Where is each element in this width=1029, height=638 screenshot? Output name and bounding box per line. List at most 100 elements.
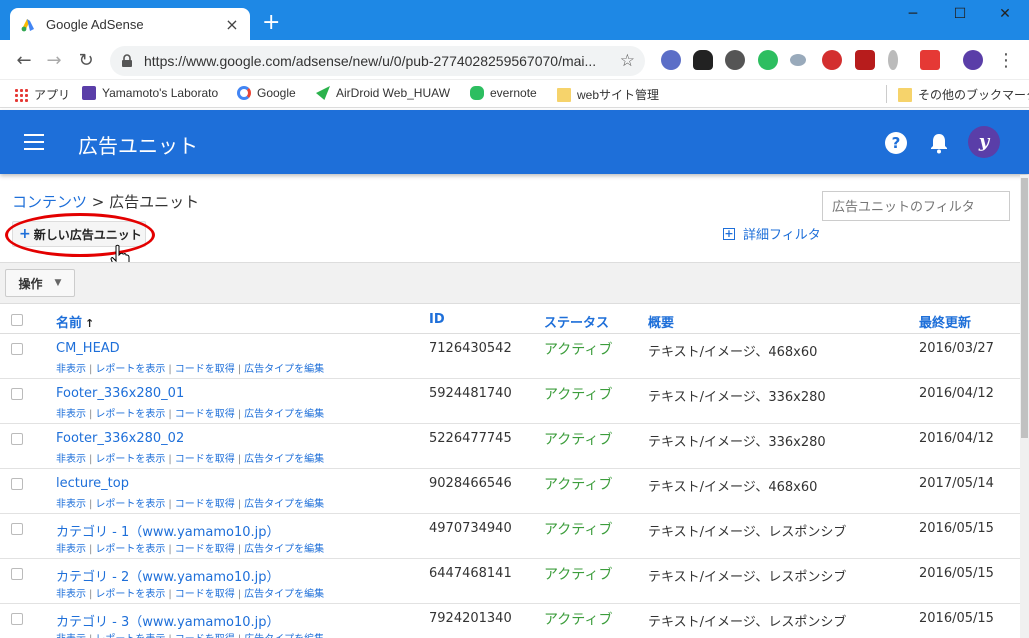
- operations-toolbar: 操作 ▼: [0, 262, 1029, 304]
- forward-arrow-icon[interactable]: →: [44, 50, 64, 71]
- get-code-link[interactable]: コードを取得: [175, 589, 235, 600]
- edit-ad-type-link[interactable]: 広告タイプを編集: [244, 544, 324, 555]
- row-checkbox[interactable]: [11, 343, 23, 355]
- column-header-name[interactable]: 名前 ↑: [56, 312, 94, 331]
- hide-link[interactable]: 非表示: [56, 364, 86, 375]
- bookmark-yamamoto[interactable]: Yamamoto's Laborato: [82, 86, 218, 100]
- reload-icon[interactable]: ↻: [76, 50, 96, 71]
- scrollbar-thumb[interactable]: [1021, 178, 1028, 438]
- edit-ad-type-link[interactable]: 広告タイプを編集: [244, 409, 324, 420]
- plus-icon: +: [19, 226, 31, 242]
- close-window-button[interactable]: ✕: [985, 6, 1025, 22]
- row-checkbox[interactable]: [11, 388, 23, 400]
- bookmark-google[interactable]: Google: [237, 86, 296, 100]
- extension-pin-icon[interactable]: [888, 50, 898, 70]
- column-header-status[interactable]: ステータス: [544, 312, 609, 331]
- view-report-link[interactable]: レポートを表示: [95, 409, 165, 420]
- column-header-id[interactable]: ID: [429, 312, 445, 327]
- bookmark-other[interactable]: その他のブックマーク: [898, 86, 1029, 103]
- ad-unit-name-link[interactable]: lecture_top: [56, 476, 129, 491]
- table-row: Footer_336x280_02 5226477745 アクティブ テキスト/イメー…: [0, 424, 1020, 469]
- get-code-link[interactable]: コードを取得: [175, 634, 235, 638]
- extension-plane-icon[interactable]: [790, 54, 806, 66]
- view-report-link[interactable]: レポートを表示: [95, 544, 165, 555]
- ad-unit-name-link[interactable]: カテゴリ - 1（www.yamamo10.jp）: [56, 521, 280, 540]
- tab-close-icon[interactable]: ×: [224, 15, 240, 34]
- bookmark-label: Yamamoto's Laborato: [102, 86, 219, 100]
- ad-unit-name-link[interactable]: カテゴリ - 3（www.yamamo10.jp）: [56, 611, 280, 630]
- row-checkbox[interactable]: [11, 568, 23, 580]
- action-separator: |: [168, 409, 172, 420]
- select-all-checkbox[interactable]: [11, 314, 23, 326]
- chrome-menu-icon[interactable]: ⋮: [996, 50, 1016, 71]
- get-code-link[interactable]: コードを取得: [175, 409, 235, 420]
- bookmark-evernote[interactable]: evernote: [470, 86, 537, 100]
- extension-evernote-icon[interactable]: [758, 50, 778, 70]
- bookmark-airdroid[interactable]: AirDroid Web_HUAW: [316, 86, 450, 100]
- get-code-link[interactable]: コードを取得: [175, 454, 235, 465]
- ad-unit-id: 6447468141: [429, 566, 512, 581]
- hide-link[interactable]: 非表示: [56, 589, 86, 600]
- view-report-link[interactable]: レポートを表示: [95, 499, 165, 510]
- extension-cloud-icon[interactable]: [693, 50, 713, 70]
- hide-link[interactable]: 非表示: [56, 634, 86, 638]
- table-row: カテゴリ - 1（www.yamamo10.jp） 4970734940 アクティブ…: [0, 514, 1020, 559]
- back-arrow-icon[interactable]: ←: [14, 50, 34, 71]
- get-code-link[interactable]: コードを取得: [175, 364, 235, 375]
- view-report-link[interactable]: レポートを表示: [95, 454, 165, 465]
- edit-ad-type-link[interactable]: 広告タイプを編集: [244, 364, 324, 375]
- minimize-button[interactable]: ─: [893, 6, 933, 22]
- address-bar[interactable]: https://www.google.com/adsense/new/u/0/p…: [110, 46, 645, 76]
- help-icon[interactable]: ?: [885, 132, 907, 154]
- view-report-link[interactable]: レポートを表示: [95, 589, 165, 600]
- ad-unit-name-link[interactable]: Footer_336x280_02: [56, 431, 184, 446]
- bookmark-star-icon[interactable]: ☆: [620, 51, 635, 71]
- notifications-bell-icon[interactable]: [929, 132, 949, 154]
- row-checkbox[interactable]: [11, 613, 23, 625]
- status-badge: アクティブ: [544, 387, 613, 403]
- ad-unit-filter-input[interactable]: [822, 191, 1010, 221]
- edit-ad-type-link[interactable]: 広告タイプを編集: [244, 499, 324, 510]
- hide-link[interactable]: 非表示: [56, 454, 86, 465]
- bookmark-label: その他のブックマーク: [918, 88, 1029, 102]
- get-code-link[interactable]: コードを取得: [175, 544, 235, 555]
- extension-yab-icon[interactable]: [822, 50, 842, 70]
- advanced-filter-link[interactable]: + 詳細フィルタ: [723, 224, 821, 243]
- ad-unit-name-link[interactable]: CM_HEAD: [56, 341, 120, 356]
- edit-ad-type-link[interactable]: 広告タイプを編集: [244, 454, 324, 465]
- account-avatar[interactable]: y: [968, 126, 1000, 158]
- extension-shapes-icon[interactable]: [725, 50, 745, 70]
- extension-globe-icon[interactable]: [661, 50, 681, 70]
- view-report-link[interactable]: レポートを表示: [95, 634, 165, 638]
- hide-link[interactable]: 非表示: [56, 409, 86, 420]
- browser-tab-adsense[interactable]: Google AdSense ×: [10, 8, 250, 40]
- maximize-button[interactable]: ☐: [940, 6, 980, 22]
- row-checkbox[interactable]: [11, 433, 23, 445]
- breadcrumb-content-link[interactable]: コンテンツ: [12, 193, 87, 211]
- row-checkbox[interactable]: [11, 478, 23, 490]
- profile-avatar-icon[interactable]: [963, 50, 983, 70]
- view-report-link[interactable]: レポートを表示: [95, 364, 165, 375]
- hide-link[interactable]: 非表示: [56, 544, 86, 555]
- extension-dropper-icon[interactable]: [920, 50, 940, 70]
- ad-unit-name-link[interactable]: Footer_336x280_01: [56, 386, 184, 401]
- action-separator: |: [237, 454, 242, 465]
- column-header-summary[interactable]: 概要: [648, 312, 674, 331]
- bookmark-label: evernote: [490, 86, 537, 100]
- extension-shield-icon[interactable]: [855, 50, 875, 70]
- edit-ad-type-link[interactable]: 広告タイプを編集: [244, 634, 324, 638]
- ad-unit-id: 7924201340: [429, 611, 512, 626]
- row-checkbox[interactable]: [11, 523, 23, 535]
- bookmarks-bar: アプリ Yamamoto's Laborato Google AirDroid …: [0, 80, 1029, 108]
- edit-ad-type-link[interactable]: 広告タイプを編集: [244, 589, 324, 600]
- bookmark-apps[interactable]: アプリ: [14, 86, 70, 103]
- menu-icon[interactable]: [24, 134, 44, 150]
- column-header-updated[interactable]: 最終更新: [919, 312, 971, 331]
- action-separator: |: [168, 544, 172, 555]
- bookmark-web-admin[interactable]: webサイト管理: [557, 86, 659, 103]
- operations-dropdown[interactable]: 操作 ▼: [5, 269, 75, 297]
- ad-unit-name-link[interactable]: カテゴリ - 2（www.yamamo10.jp）: [56, 566, 280, 585]
- new-tab-button[interactable]: +: [262, 12, 280, 34]
- hide-link[interactable]: 非表示: [56, 499, 86, 510]
- get-code-link[interactable]: コードを取得: [175, 499, 235, 510]
